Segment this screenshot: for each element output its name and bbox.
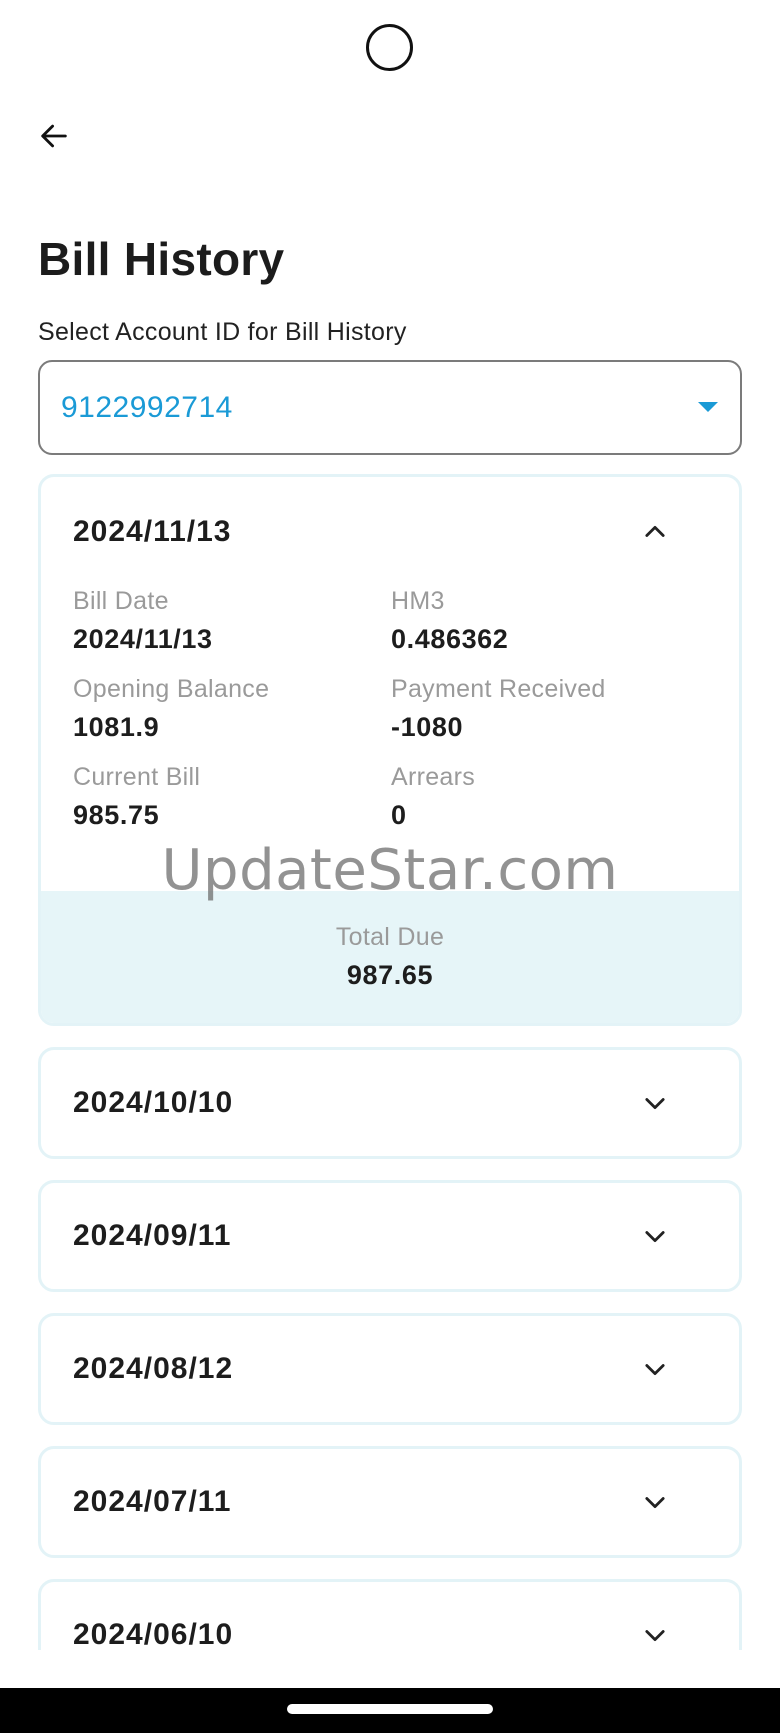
bill-card-date: 2024/07/11 — [73, 1485, 232, 1518]
detail-label: Opening Balance — [73, 675, 270, 703]
detail-label: HM3 — [391, 587, 445, 615]
bill-card-header[interactable]: 2024/06/10 — [41, 1582, 739, 1650]
total-due-value: 987.65 — [346, 960, 434, 990]
app-screen: Bill History Select Account ID for Bill … — [0, 0, 780, 1733]
bill-card-header[interactable]: 2024/09/11 — [41, 1183, 739, 1289]
detail-label: Bill Date — [73, 587, 169, 615]
chevron-up-icon[interactable] — [641, 518, 669, 546]
bill-card-date: 2024/08/12 — [73, 1352, 234, 1385]
chevron-down-icon[interactable] — [641, 1621, 669, 1649]
detail-label: Current Bill — [73, 763, 201, 791]
bill-card[interactable]: 2024/08/12 — [38, 1313, 742, 1425]
chevron-down-icon[interactable] — [641, 1089, 669, 1117]
chevron-down-icon[interactable] — [641, 1488, 669, 1516]
bill-card-date: 2024/10/10 — [73, 1086, 234, 1119]
detail-value: 1081.9 — [73, 712, 160, 742]
detail-value: 985.75 — [73, 800, 160, 830]
detail-label: Payment Received — [391, 675, 606, 703]
detail-current-bill: Current Bill 985.75 — [73, 763, 391, 831]
chevron-down-icon[interactable] — [641, 1222, 669, 1250]
bill-card[interactable]: 2024/09/11 — [38, 1180, 742, 1292]
arrow-left-icon — [41, 124, 67, 148]
detail-arrears: Arrears 0 — [391, 763, 709, 831]
bill-card[interactable]: 2024/07/11 — [38, 1446, 742, 1558]
detail-value: -1080 — [391, 712, 464, 742]
detail-value: 0.486362 — [391, 624, 509, 654]
account-select-label: Select Account ID for Bill History — [38, 318, 407, 346]
bill-details-grid: Bill Date 2024/11/13 HM3 0.486362 Openin… — [41, 587, 739, 843]
detail-opening-balance: Opening Balance 1081.9 — [73, 675, 391, 743]
chevron-down-icon[interactable] — [641, 1355, 669, 1383]
detail-hm3: HM3 0.486362 — [391, 587, 709, 655]
bill-card-header[interactable]: 2024/10/10 — [41, 1050, 739, 1156]
detail-payment-received: Payment Received -1080 — [391, 675, 709, 743]
back-button[interactable] — [30, 112, 78, 160]
bill-card-date: 2024/11/13 — [73, 515, 232, 548]
bill-card-header[interactable]: 2024/07/11 — [41, 1449, 739, 1555]
detail-bill-date: Bill Date 2024/11/13 — [73, 587, 391, 655]
bill-card[interactable]: 2024/10/10 — [38, 1047, 742, 1159]
camera-cutout — [366, 24, 413, 71]
page-title: Bill History — [38, 233, 285, 285]
bill-card-expanded: 2024/11/13 Bill Date 2024/11/13 HM3 0.48… — [38, 474, 742, 1026]
detail-label: Arrears — [391, 763, 476, 791]
bill-list[interactable]: 2024/11/13 Bill Date 2024/11/13 HM3 0.48… — [38, 474, 742, 1650]
bill-card[interactable]: 2024/06/10 — [38, 1579, 742, 1650]
bill-card-header[interactable]: 2024/08/12 — [41, 1316, 739, 1422]
detail-value: 0 — [391, 800, 407, 830]
detail-value: 2024/11/13 — [73, 624, 213, 654]
home-indicator[interactable] — [287, 1704, 493, 1714]
bill-card-date: 2024/09/11 — [73, 1219, 232, 1252]
total-due-section: Total Due 987.65 — [41, 891, 739, 1023]
total-due-label: Total Due — [335, 923, 445, 951]
account-id-dropdown[interactable]: 9122992714 — [38, 360, 742, 455]
account-id-value: 9122992714 — [61, 390, 233, 424]
dropdown-caret-icon — [698, 402, 718, 412]
bill-card-date: 2024/06/10 — [73, 1618, 234, 1650]
bill-card-header[interactable]: 2024/11/13 — [41, 477, 739, 587]
